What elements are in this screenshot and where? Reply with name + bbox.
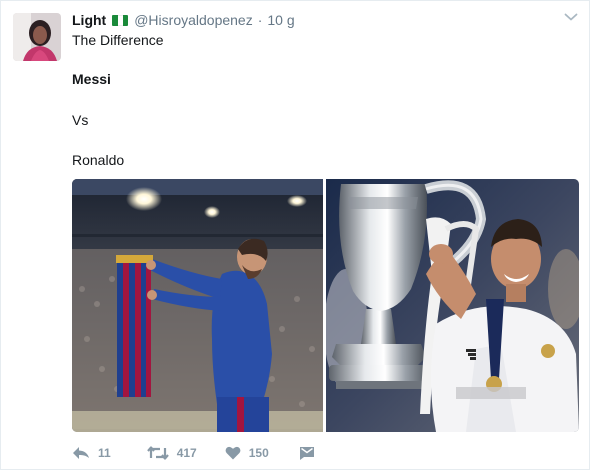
ronaldo-photo[interactable] bbox=[326, 179, 579, 432]
avatar[interactable] bbox=[13, 13, 61, 61]
reply-icon bbox=[73, 447, 89, 459]
tweet-card[interactable]: Light @Hisroyaldopenez · 10 g The Differ… bbox=[0, 0, 590, 470]
display-name[interactable]: Light bbox=[72, 12, 106, 28]
retweet-icon bbox=[146, 446, 169, 460]
retweet-count: 417 bbox=[176, 446, 197, 460]
tweet-time[interactable]: 10 g bbox=[267, 12, 294, 28]
tweet-header: Light @Hisroyaldopenez · 10 g bbox=[72, 10, 295, 30]
reply-button[interactable]: 11 bbox=[72, 446, 111, 460]
tweet-actions: 11 417 150 bbox=[72, 442, 315, 464]
avatar-image bbox=[13, 13, 61, 61]
chevron-down-icon[interactable] bbox=[564, 12, 578, 22]
tweet-text-line: Vs bbox=[72, 112, 89, 128]
tweet-text-line: Ronaldo bbox=[72, 152, 125, 168]
tweet-text-line: The Difference bbox=[72, 32, 164, 48]
like-button[interactable]: 150 bbox=[225, 446, 269, 460]
reply-count: 11 bbox=[98, 446, 111, 460]
tweet-text-line: Messi bbox=[72, 71, 111, 87]
like-count: 150 bbox=[248, 446, 269, 460]
envelope-icon bbox=[299, 447, 314, 460]
user-handle[interactable]: @Hisroyaldopenez bbox=[134, 12, 253, 28]
retweet-button[interactable]: 417 bbox=[146, 446, 197, 460]
direct-message-button[interactable] bbox=[299, 446, 315, 460]
heart-icon bbox=[225, 446, 241, 460]
messi-photo[interactable] bbox=[72, 179, 323, 432]
separator-dot: · bbox=[257, 12, 263, 28]
nigeria-flag-icon bbox=[112, 14, 129, 26]
tweet-media[interactable] bbox=[72, 179, 579, 432]
